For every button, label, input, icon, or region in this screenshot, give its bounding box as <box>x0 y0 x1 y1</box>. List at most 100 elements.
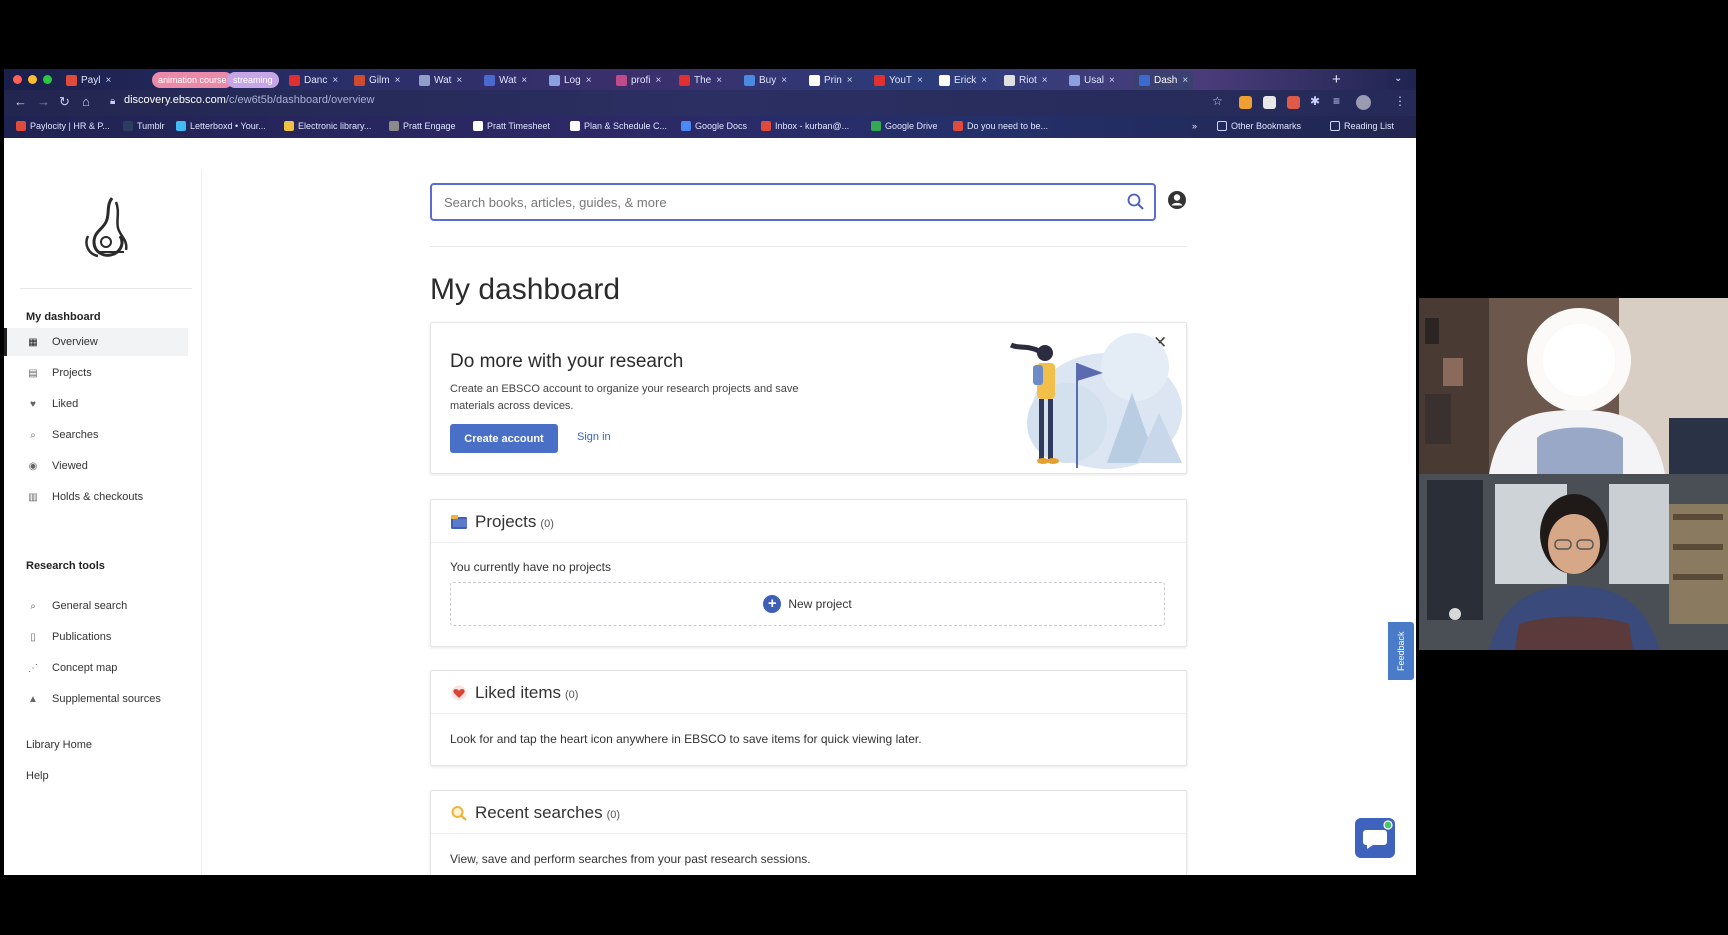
tab-close-icon[interactable]: × <box>586 75 592 86</box>
tab-9[interactable]: The × <box>679 72 722 88</box>
tab-6[interactable]: Wat × <box>484 72 527 88</box>
chat-button[interactable] <box>1355 818 1395 858</box>
library-logo[interactable] <box>76 192 136 264</box>
tab-close-icon[interactable]: × <box>332 75 338 86</box>
tab-4[interactable]: Gilm × <box>354 72 400 88</box>
profile-avatar[interactable] <box>1356 95 1371 110</box>
tab-0[interactable]: Payl × <box>66 72 111 88</box>
tab-10[interactable]: Buy × <box>744 72 787 88</box>
reload-button[interactable]: ↻ <box>59 94 70 110</box>
address-bar[interactable]: discovery.ebsco.com/c/ew6t5b/dashboard/o… <box>124 94 374 106</box>
bookmark-9[interactable]: Google Drive <box>871 121 938 131</box>
bookmark-favicon <box>761 121 771 131</box>
help-link[interactable]: Help <box>26 770 49 782</box>
bookmark-favicon <box>681 121 691 131</box>
tab-close-icon[interactable]: × <box>981 75 987 86</box>
account-icon[interactable] <box>1167 190 1187 210</box>
back-button[interactable]: ← <box>14 94 27 109</box>
search-input[interactable] <box>442 193 1102 211</box>
reading-list-icon[interactable]: ≡ <box>1333 94 1340 108</box>
bookmark-4[interactable]: Pratt Engage <box>389 121 456 131</box>
sidebar-item-overview[interactable]: ▦ Overview <box>4 328 188 356</box>
bookmark-star-icon[interactable]: ☆ <box>1212 94 1223 108</box>
tab-8[interactable]: profi × <box>616 72 661 88</box>
sidebar-item-projects[interactable]: ▤ Projects <box>4 359 188 387</box>
other-bookmarks-folder[interactable]: Other Bookmarks <box>1217 121 1301 131</box>
menu-kebab-icon[interactable]: ⋮ <box>1394 94 1406 108</box>
tab-close-icon[interactable]: × <box>716 75 722 86</box>
sidebar-heading-research-tools: Research tools <box>26 560 105 572</box>
tab-close-icon[interactable]: × <box>1182 75 1188 86</box>
reading-list-label: Reading List <box>1344 121 1395 131</box>
extension-icon[interactable] <box>1263 96 1276 109</box>
sidebar-item-general-search[interactable]: ⌕ General search <box>4 592 188 620</box>
bookmark-6[interactable]: Plan & Schedule C... <box>570 121 667 131</box>
sign-in-link[interactable]: Sign in <box>577 431 611 443</box>
search-icon[interactable] <box>1126 192 1146 212</box>
tab-1[interactable]: animation course <box>152 72 233 88</box>
sidebar-item-holds-checkouts[interactable]: ▥ Holds & checkouts <box>4 483 188 511</box>
bookmarks-overflow-button[interactable]: » <box>1192 121 1197 131</box>
sidebar-item-publications[interactable]: ▯ Publications <box>4 623 188 651</box>
bookmark-favicon <box>570 121 580 131</box>
tab-3[interactable]: Danc × <box>289 72 338 88</box>
create-account-button[interactable]: Create account <box>450 424 558 453</box>
tab-close-icon[interactable]: × <box>456 75 462 86</box>
extension-icon[interactable] <box>1287 96 1300 109</box>
tab-search-chevron-icon[interactable]: ⌄ <box>1394 73 1402 84</box>
promo-text: Create an EBSCO account to organize your… <box>450 383 799 412</box>
extension-icon[interactable] <box>1239 96 1252 109</box>
bookmark-5[interactable]: Pratt Timesheet <box>473 121 550 131</box>
tab-14[interactable]: Riot × <box>1004 72 1048 88</box>
feedback-tab[interactable]: Feedback <box>1388 622 1414 680</box>
tab-5[interactable]: Wat × <box>419 72 462 88</box>
tab-close-icon[interactable]: × <box>395 75 401 86</box>
sidebar-item-liked[interactable]: ♥ Liked <box>4 390 188 418</box>
bookmark-label: Do you need to be... <box>967 121 1049 131</box>
bookmark-7[interactable]: Google Docs <box>681 121 747 131</box>
new-project-button[interactable]: + New project <box>450 582 1165 626</box>
minimize-window-button[interactable] <box>28 75 37 84</box>
tab-label: Wat <box>434 74 452 86</box>
library-home-link[interactable]: Library Home <box>26 739 92 751</box>
new-tab-button[interactable]: + <box>1332 71 1341 88</box>
sidebar-item-concept-map[interactable]: ⋰ Concept map <box>4 654 188 682</box>
tab-13[interactable]: Erick × <box>939 72 987 88</box>
close-window-button[interactable] <box>13 75 22 84</box>
bookmark-2[interactable]: Letterboxd • Your... <box>176 121 266 131</box>
bookmark-8[interactable]: Inbox - kurban@... <box>761 121 849 131</box>
liked-separator <box>431 713 1186 714</box>
sidebar-item-searches[interactable]: ⌕ Searches <box>4 421 188 449</box>
tab-2[interactable]: streaming <box>227 72 279 88</box>
tab-close-icon[interactable]: × <box>1042 75 1048 86</box>
tab-close-icon[interactable]: × <box>655 75 661 86</box>
sidebar-item-label: Liked <box>52 398 79 410</box>
tab-15[interactable]: Usal × <box>1069 72 1115 88</box>
tab-16[interactable]: Dash × <box>1134 71 1194 90</box>
tab-close-icon[interactable]: × <box>1109 75 1115 86</box>
ebsco-page: My dashboard ▦ Overview ▤ Projects ♥ Liked ⌕ Se… <box>4 170 1416 875</box>
reading-list-button[interactable]: Reading List <box>1330 121 1394 131</box>
maximize-window-button[interactable] <box>43 75 52 84</box>
tab-12[interactable]: YouT × <box>874 72 923 88</box>
bookmark-3[interactable]: Electronic library... <box>284 121 371 131</box>
bookmark-label: Letterboxd • Your... <box>190 121 266 131</box>
tab-strip: Payl × animation course streaming Danc × Gilm ×… <box>4 69 1416 90</box>
tab-close-icon[interactable]: × <box>781 75 787 86</box>
extensions-puzzle-icon[interactable]: ✱ <box>1310 94 1320 108</box>
sidebar-item-supplemental-sources[interactable]: ▲ Supplemental sources <box>4 685 188 713</box>
home-button[interactable]: ⌂ <box>82 94 90 109</box>
bookmark-10[interactable]: Do you need to be... <box>953 121 1048 131</box>
tab-close-icon[interactable]: × <box>917 75 923 86</box>
tab-close-icon[interactable]: × <box>847 75 853 86</box>
tab-close-icon[interactable]: × <box>105 75 111 86</box>
bookmark-0[interactable]: Paylocity | HR & P... <box>16 121 110 131</box>
tab-11[interactable]: Prin × <box>809 72 853 88</box>
forward-button[interactable]: → <box>37 94 50 109</box>
document-icon: ▯ <box>30 631 36 643</box>
tab-7[interactable]: Log × <box>549 72 592 88</box>
sidebar-item-viewed[interactable]: ◉ Viewed <box>4 452 188 480</box>
tab-close-icon[interactable]: × <box>521 75 527 86</box>
bookmark-1[interactable]: Tumblr <box>123 121 165 131</box>
liked-title: Liked items <box>475 683 561 702</box>
